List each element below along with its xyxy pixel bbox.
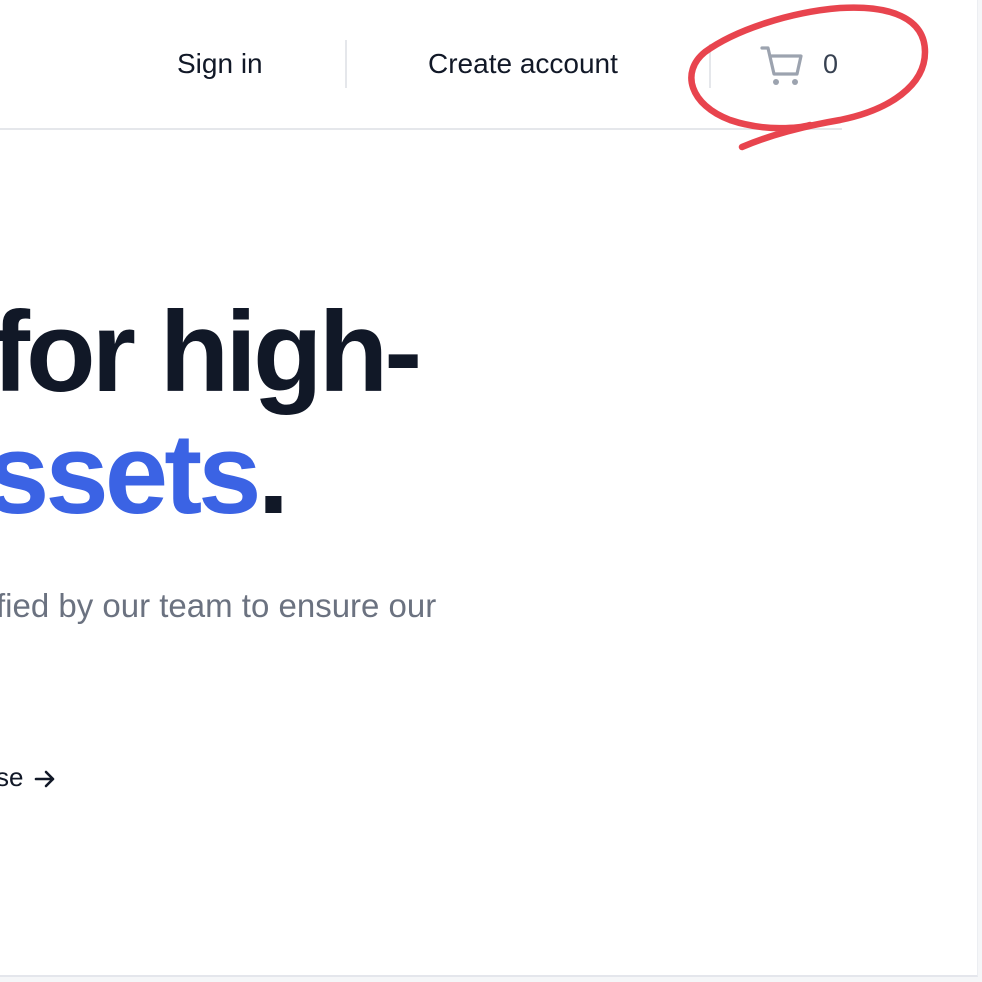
arrow-right-icon xyxy=(33,765,57,789)
hero-heading-line-1: for high- xyxy=(0,289,422,416)
create-account-link[interactable]: Create account xyxy=(428,45,618,83)
hero-subtitle: fied by our team to ensure our xyxy=(0,587,437,624)
cart-count: 0 xyxy=(823,49,839,79)
hero-heading-line-2: ssets. xyxy=(0,418,289,532)
cart-button[interactable]: 0 xyxy=(756,38,838,90)
hero-heading-period: . xyxy=(257,411,290,538)
nav-divider xyxy=(345,40,347,88)
shopping-cart-icon xyxy=(756,39,806,89)
nav-divider xyxy=(709,44,711,88)
cta-label: se xyxy=(0,762,24,792)
top-nav: Sign in Create account 0 xyxy=(0,0,842,130)
sign-in-link[interactable]: Sign in xyxy=(177,45,263,83)
hero-heading-accent: ssets xyxy=(0,411,262,538)
page-card: Sign in Create account 0 for high- ssets… xyxy=(0,0,978,977)
page: Sign in Create account 0 for high- ssets… xyxy=(0,0,982,982)
browse-cta-link[interactable]: se xyxy=(0,760,57,794)
